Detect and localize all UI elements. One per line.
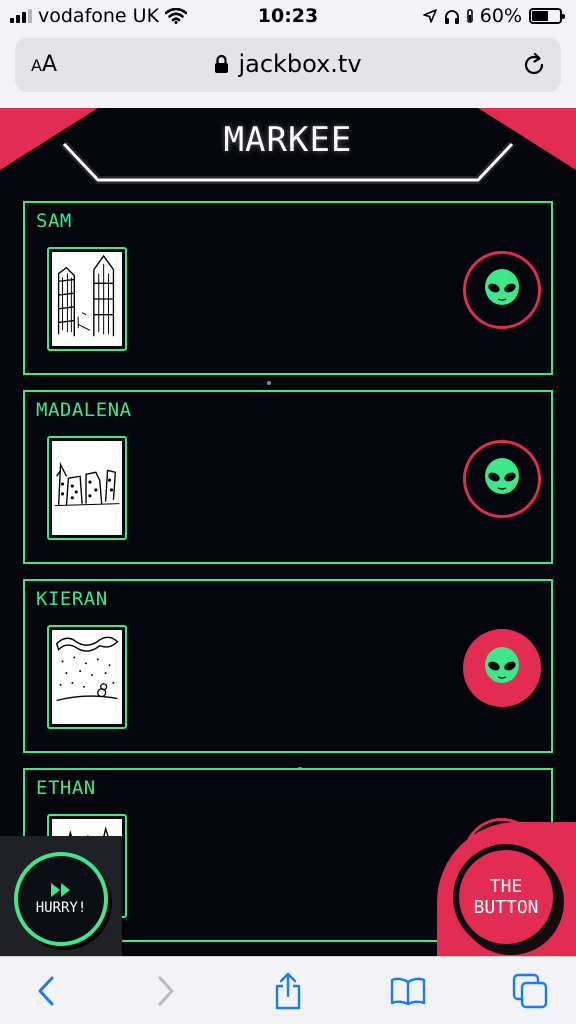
- vote-button-selected[interactable]: [463, 629, 541, 707]
- player-name: MADALENA: [36, 399, 132, 421]
- browser-toolbar: [0, 956, 576, 1024]
- vote-button[interactable]: [463, 251, 541, 329]
- headphones-icon: [444, 9, 459, 24]
- player-card: SAM: [23, 201, 553, 375]
- the-button-label: THE BUTTON: [473, 876, 538, 918]
- alien-icon: [485, 269, 519, 305]
- player-card: MADALENA: [23, 390, 553, 564]
- alien-icon: [485, 458, 519, 494]
- player-card: KIERAN: [23, 579, 553, 753]
- vote-button[interactable]: [463, 440, 541, 518]
- share-icon: [275, 972, 301, 1010]
- the-button-line2: BUTTON: [473, 897, 539, 918]
- battery-icon: [529, 8, 565, 24]
- player-drawing[interactable]: [47, 625, 127, 729]
- hurry-panel: HURRY!: [0, 836, 122, 956]
- battery-percent: 60%: [479, 5, 522, 27]
- address-bar[interactable]: AA jackbox.tv: [15, 38, 561, 92]
- browser-address-area: AA jackbox.tv: [0, 32, 576, 108]
- drawing-buildings: [52, 252, 122, 346]
- drawing-snow-scene: [52, 630, 122, 724]
- game-screen: MARKEE SAM MADALENA KIERAN ETHAN HURRY! …: [0, 108, 576, 956]
- location-arrow-icon: [422, 9, 437, 23]
- forward-button[interactable]: [146, 971, 186, 1011]
- bookmarks-button[interactable]: [388, 971, 428, 1011]
- url-display[interactable]: jackbox.tv: [15, 50, 561, 78]
- status-right-group: 60%: [422, 5, 565, 27]
- title-banner: MARKEE: [0, 108, 576, 188]
- the-button[interactable]: THE BUTTON: [453, 844, 559, 950]
- chevron-left-icon: [38, 976, 54, 1006]
- share-button[interactable]: [268, 971, 308, 1011]
- player-name: KIERAN: [36, 588, 108, 610]
- player-name: SAM: [36, 210, 72, 232]
- game-title: MARKEE: [223, 120, 353, 160]
- status-bar: vodafone UK 10:23 60%: [0, 0, 576, 32]
- hurry-label: HURRY!: [35, 900, 87, 916]
- fast-forward-icon: [51, 883, 70, 897]
- book-icon: [390, 977, 426, 1006]
- drawing-city: [52, 441, 122, 535]
- player-drawing[interactable]: [47, 436, 127, 540]
- battery-fill: [532, 11, 549, 21]
- tabs-icon: [512, 973, 548, 1009]
- player-drawing[interactable]: [47, 247, 127, 351]
- chevron-right-icon: [158, 976, 174, 1006]
- the-button-line1: THE: [489, 876, 523, 897]
- back-button[interactable]: [26, 971, 66, 1011]
- tabs-button[interactable]: [510, 971, 550, 1011]
- lock-icon: [215, 54, 229, 73]
- hurry-button[interactable]: HURRY!: [14, 852, 108, 946]
- battery-lock-icon: [467, 9, 473, 23]
- reload-icon[interactable]: [521, 52, 547, 78]
- alien-icon: [485, 647, 519, 683]
- player-name: ETHAN: [36, 777, 96, 799]
- url-text: jackbox.tv: [238, 50, 362, 78]
- star-dot: [267, 381, 271, 385]
